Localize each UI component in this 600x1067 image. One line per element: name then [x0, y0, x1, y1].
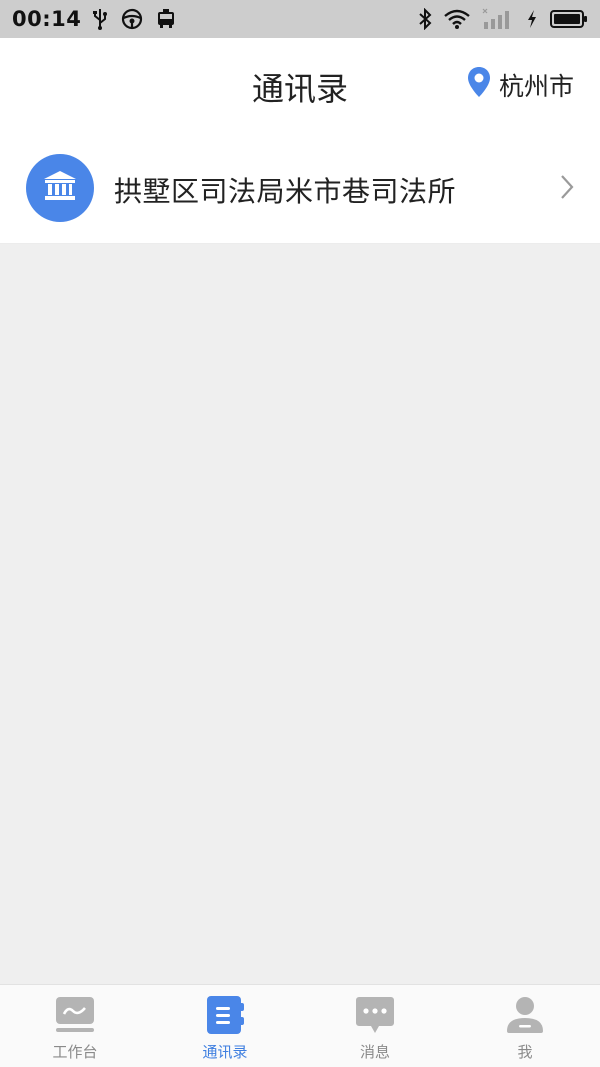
- location-label: 杭州市: [498, 72, 574, 101]
- bottom-nav: 工作台 通讯录 消息 我: [0, 984, 600, 1067]
- steering-wheel-icon: [121, 8, 143, 30]
- avatar: [26, 154, 94, 222]
- bluetooth-icon: [418, 8, 432, 30]
- tab-label-profile: 我: [517, 1043, 533, 1061]
- workbench-icon: [55, 995, 95, 1035]
- charging-icon: [526, 9, 538, 29]
- institution-icon: [43, 170, 77, 206]
- location-pin-icon: [467, 66, 491, 104]
- message-icon: [355, 995, 395, 1035]
- list-item[interactable]: 拱墅区司法局米市巷司法所: [0, 130, 600, 244]
- profile-icon: [505, 995, 545, 1035]
- tab-label-messages: 消息: [359, 1043, 390, 1061]
- tab-profile[interactable]: 我: [450, 985, 600, 1067]
- tab-messages[interactable]: 消息: [300, 985, 450, 1067]
- contact-name: 拱墅区司法局米市巷司法所: [114, 175, 457, 208]
- contacts-book-icon: [205, 995, 245, 1035]
- battery-icon: [550, 9, 588, 29]
- usb-icon: [93, 8, 108, 30]
- header: 通讯录 杭州市: [0, 38, 600, 130]
- tab-workbench[interactable]: 工作台: [0, 985, 150, 1067]
- location-selector[interactable]: 杭州市: [467, 66, 574, 104]
- chevron-right-icon: [560, 174, 574, 204]
- signal-icon: [482, 8, 514, 30]
- tab-label-workbench: 工作台: [52, 1043, 98, 1061]
- wifi-icon: [444, 9, 470, 29]
- status-bar: 00:14: [0, 0, 600, 38]
- tab-contacts[interactable]: 通讯录: [150, 985, 300, 1067]
- bus-icon: [157, 9, 175, 29]
- status-time: 00:14: [12, 7, 82, 31]
- tab-label-contacts: 通讯录: [202, 1043, 248, 1061]
